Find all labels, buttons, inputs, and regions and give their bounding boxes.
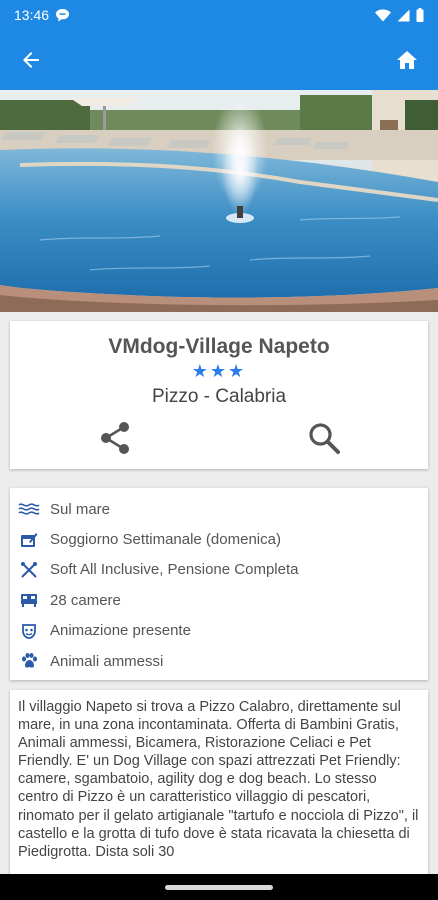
feature-label: Sul mare	[50, 500, 111, 518]
feature-row: Soft All Inclusive, Pensione Completa	[10, 555, 428, 585]
bed-icon	[18, 593, 40, 608]
feature-row: Soggiorno Settimanale (domenica)	[10, 524, 428, 554]
arrow-left-icon	[23, 52, 39, 68]
cellular-icon	[397, 9, 410, 21]
share-button[interactable]	[98, 421, 132, 455]
share-icon	[100, 422, 129, 454]
home-button[interactable]	[390, 43, 424, 77]
calendar-icon	[18, 532, 40, 548]
status-bar: 13:46	[0, 0, 438, 30]
feature-label: Animazione presente	[50, 622, 191, 640]
action-row	[10, 421, 428, 455]
paw-icon	[18, 653, 40, 669]
home-gesture-handle[interactable]	[165, 884, 273, 890]
system-nav-bar	[0, 874, 438, 900]
cutlery-icon	[18, 561, 40, 579]
back-button[interactable]	[14, 43, 48, 77]
feature-row: Sul mare	[10, 494, 428, 524]
village-name: VMdog-Village Napeto	[108, 335, 330, 358]
star-rating: ★★★	[191, 361, 247, 381]
chat-bubble-icon	[56, 9, 70, 22]
pool-fountain-photo	[0, 90, 438, 312]
feature-label: Soft All Inclusive, Pensione Completa	[50, 561, 299, 579]
description-card: Il villaggio Napeto si trova a Pizzo Cal…	[10, 690, 428, 880]
feature-row: Animazione presente	[10, 616, 428, 646]
feature-row: 28 camere	[10, 585, 428, 615]
hero-image	[0, 90, 438, 312]
feature-row: Animali ammessi	[10, 646, 428, 676]
status-time: 13:46	[14, 7, 50, 23]
search-icon	[308, 423, 340, 454]
waves-icon	[18, 502, 40, 516]
features-card: Sul mare Soggiorno Settimanale (domenica…	[10, 488, 428, 680]
wifi-icon	[375, 9, 391, 21]
description-text: Il villaggio Napeto si trova a Pizzo Cal…	[18, 699, 419, 860]
village-location: Pizzo - Calabria	[151, 386, 287, 407]
feature-label: 28 camere	[50, 591, 121, 609]
battery-icon	[416, 8, 424, 22]
app-bar	[0, 30, 438, 90]
search-button[interactable]	[307, 421, 341, 455]
village-title-card: VMdog-Village Napeto ★★★ Pizzo - Calabri…	[10, 321, 428, 469]
feature-label: Soggiorno Settimanale (domenica)	[50, 531, 281, 549]
home-icon	[397, 51, 417, 69]
feature-label: Animali ammessi	[50, 652, 164, 670]
mask-icon	[18, 623, 40, 639]
